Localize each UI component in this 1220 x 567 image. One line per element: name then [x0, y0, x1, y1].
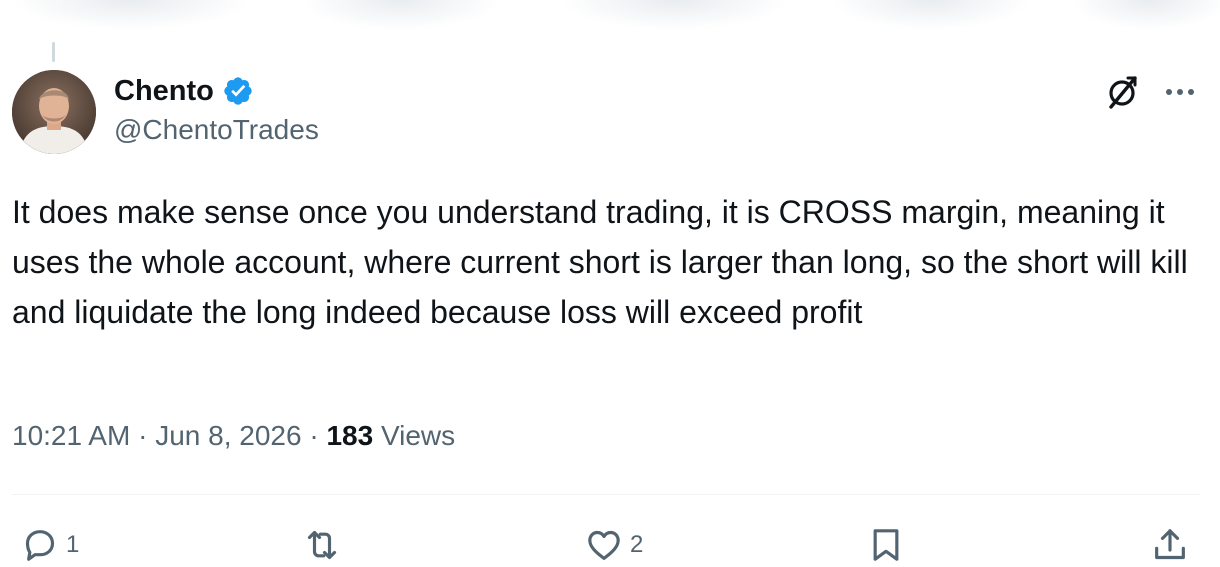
- verified-badge-icon: [224, 77, 252, 105]
- reply-button[interactable]: 1: [20, 523, 79, 567]
- previous-post-fade: [0, 0, 1220, 40]
- repost-icon: [307, 530, 337, 560]
- share-button[interactable]: [1150, 523, 1190, 567]
- author-display-name[interactable]: Chento: [114, 75, 214, 108]
- avatar-image: [12, 70, 96, 154]
- repost-button[interactable]: [302, 523, 348, 567]
- views-count[interactable]: 183: [326, 420, 373, 451]
- tweet-time[interactable]: 10:21 AM: [12, 420, 130, 451]
- reply-icon: [25, 530, 55, 561]
- more-icon[interactable]: [1162, 78, 1198, 106]
- like-count: 2: [630, 531, 644, 558]
- author-handle[interactable]: @ChentoTrades: [114, 114, 319, 146]
- avatar[interactable]: [12, 70, 96, 154]
- tweet-date[interactable]: Jun 8, 2026: [155, 420, 301, 451]
- like-button[interactable]: 2: [584, 523, 643, 567]
- heart-icon: [588, 530, 620, 560]
- meta-separator: ·: [138, 420, 148, 451]
- tweet-meta: 10:21 AM · Jun 8, 2026 · 183 Views: [12, 420, 455, 452]
- views-label[interactable]: Views: [381, 420, 455, 451]
- bookmark-button[interactable]: [866, 523, 906, 567]
- reply-count: 1: [66, 531, 80, 558]
- divider: [12, 494, 1200, 495]
- tweet-text: It does make sense once you understand t…: [12, 194, 1188, 330]
- share-icon: [1155, 529, 1185, 560]
- bookmark-icon: [873, 529, 899, 561]
- thread-connector-line: [52, 42, 55, 62]
- author-name-row[interactable]: Chento: [114, 74, 254, 108]
- meta-separator: ·: [309, 420, 319, 451]
- grok-icon[interactable]: [1104, 74, 1140, 110]
